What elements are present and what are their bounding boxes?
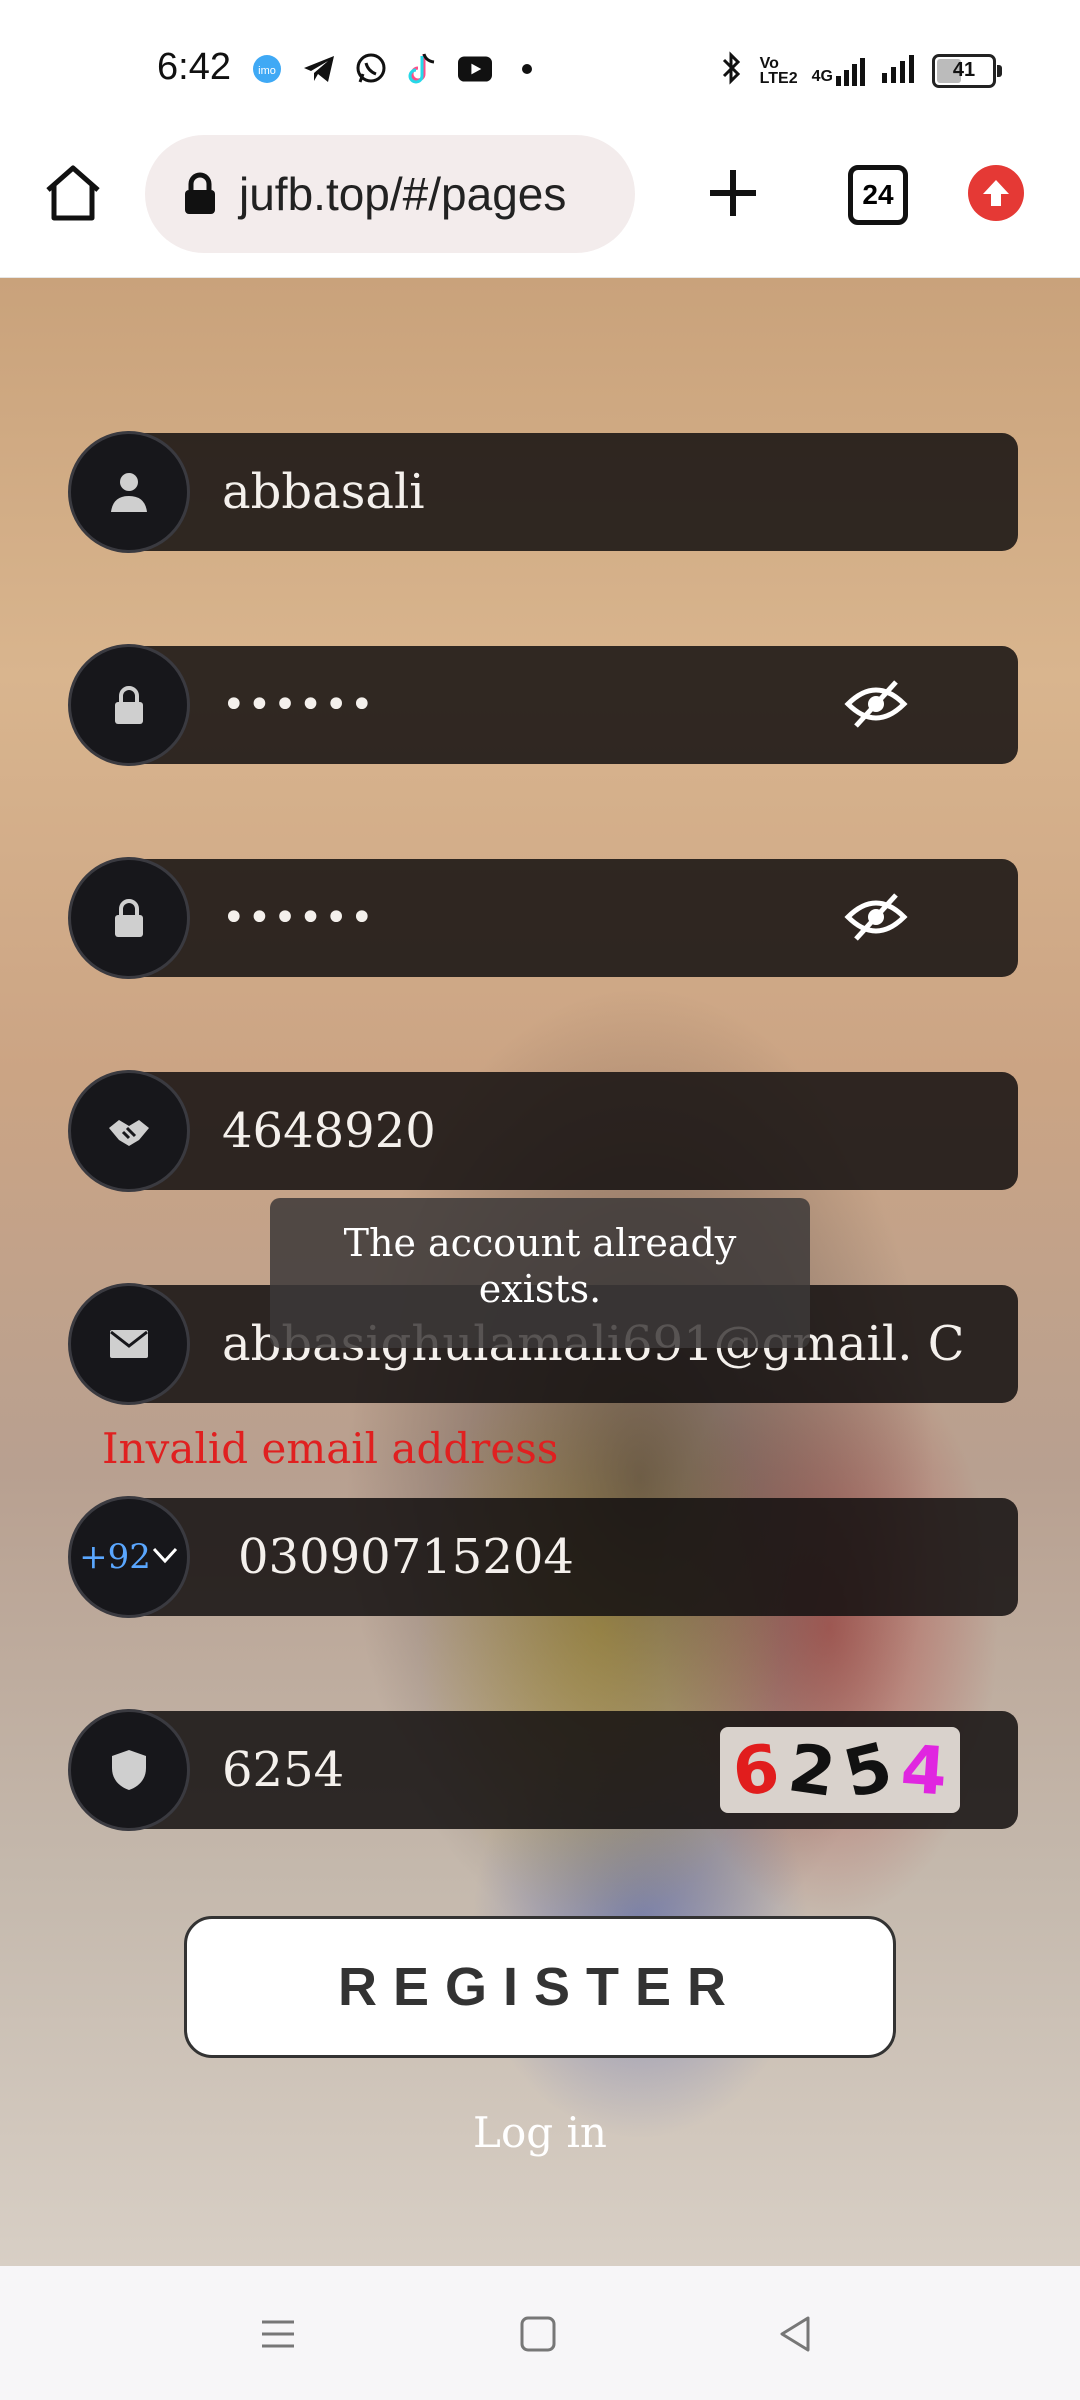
username-input[interactable]: abbasali bbox=[222, 433, 972, 551]
register-button[interactable]: REGISTER bbox=[184, 1916, 896, 2058]
toast-message: The account already exists. bbox=[270, 1198, 810, 1348]
login-link[interactable]: Log in bbox=[0, 2108, 1080, 2157]
whatsapp-icon bbox=[354, 52, 388, 86]
battery-icon: 41 bbox=[932, 53, 1002, 88]
eye-hidden-icon[interactable] bbox=[844, 674, 908, 734]
update-arrow-icon[interactable] bbox=[968, 165, 1024, 221]
more-notifications-dot-icon bbox=[510, 52, 544, 86]
signal-4g-icon: 4G bbox=[812, 56, 866, 86]
captcha-input[interactable]: 6254 bbox=[222, 1711, 682, 1829]
telegram-icon bbox=[302, 52, 336, 86]
home-square-icon[interactable] bbox=[510, 2306, 566, 2362]
url-text: jufb.top/#/pages bbox=[239, 168, 567, 220]
captcha-digit: 6 bbox=[729, 1729, 783, 1811]
country-code-label: +92 bbox=[79, 1537, 151, 1577]
volte-icon: Vo LTE2 bbox=[759, 54, 798, 87]
country-code-selector[interactable]: +92 bbox=[68, 1496, 190, 1618]
signal-bars-icon bbox=[882, 53, 916, 88]
shield-icon bbox=[68, 1709, 190, 1831]
handshake-icon bbox=[68, 1070, 190, 1192]
user-icon bbox=[68, 431, 190, 553]
svg-text:imo: imo bbox=[258, 65, 276, 77]
bluetooth-icon bbox=[720, 50, 744, 91]
system-indicators: Vo LTE2 4G 41 bbox=[720, 50, 1002, 91]
register-page: abbasali •••••• •••••• 4648920 abb bbox=[0, 278, 1080, 2266]
home-icon[interactable] bbox=[40, 160, 106, 226]
status-bar: 6:42 imo Vo LTE2 4G 41 bbox=[0, 0, 1080, 135]
invite-code-field[interactable]: 4648920 bbox=[68, 1070, 1018, 1192]
system-nav-bar bbox=[0, 2266, 1080, 2400]
invite-code-input[interactable]: 4648920 bbox=[222, 1072, 972, 1190]
tiktok-icon bbox=[406, 52, 440, 86]
browser-toolbar: jufb.top/#/pages 24 bbox=[0, 135, 1080, 279]
notification-icons: imo bbox=[250, 52, 544, 86]
lock-icon bbox=[68, 644, 190, 766]
lock-icon bbox=[68, 857, 190, 979]
chevron-down-icon bbox=[151, 1545, 179, 1569]
captcha-digit: 2 bbox=[783, 1728, 841, 1812]
captcha-image[interactable]: 6 2 5 4 bbox=[720, 1727, 960, 1813]
clock: 6:42 bbox=[157, 46, 231, 88]
captcha-digit: 4 bbox=[898, 1729, 950, 1811]
captcha-digit: 5 bbox=[836, 1727, 900, 1813]
new-tab-icon[interactable] bbox=[700, 160, 766, 226]
username-field[interactable]: abbasali bbox=[68, 431, 1018, 553]
email-error-text: Invalid email address bbox=[102, 1424, 559, 1473]
confirm-password-field[interactable]: •••••• bbox=[68, 857, 1018, 979]
lock-icon bbox=[183, 172, 217, 216]
phone-field[interactable]: +92 03090715204 bbox=[68, 1496, 1018, 1618]
tab-switcher-button[interactable]: 24 bbox=[848, 165, 908, 225]
mail-icon bbox=[68, 1283, 190, 1405]
youtube-icon bbox=[458, 52, 492, 86]
captcha-field[interactable]: 6254 6 2 5 4 bbox=[68, 1709, 1018, 1831]
phone-input[interactable]: 03090715204 bbox=[238, 1498, 988, 1616]
menu-icon[interactable] bbox=[250, 2306, 306, 2362]
password-field[interactable]: •••••• bbox=[68, 644, 1018, 766]
eye-hidden-icon[interactable] bbox=[844, 887, 908, 947]
imo-icon: imo bbox=[250, 52, 284, 86]
back-triangle-icon[interactable] bbox=[768, 2306, 824, 2362]
address-bar[interactable]: jufb.top/#/pages bbox=[145, 135, 635, 253]
